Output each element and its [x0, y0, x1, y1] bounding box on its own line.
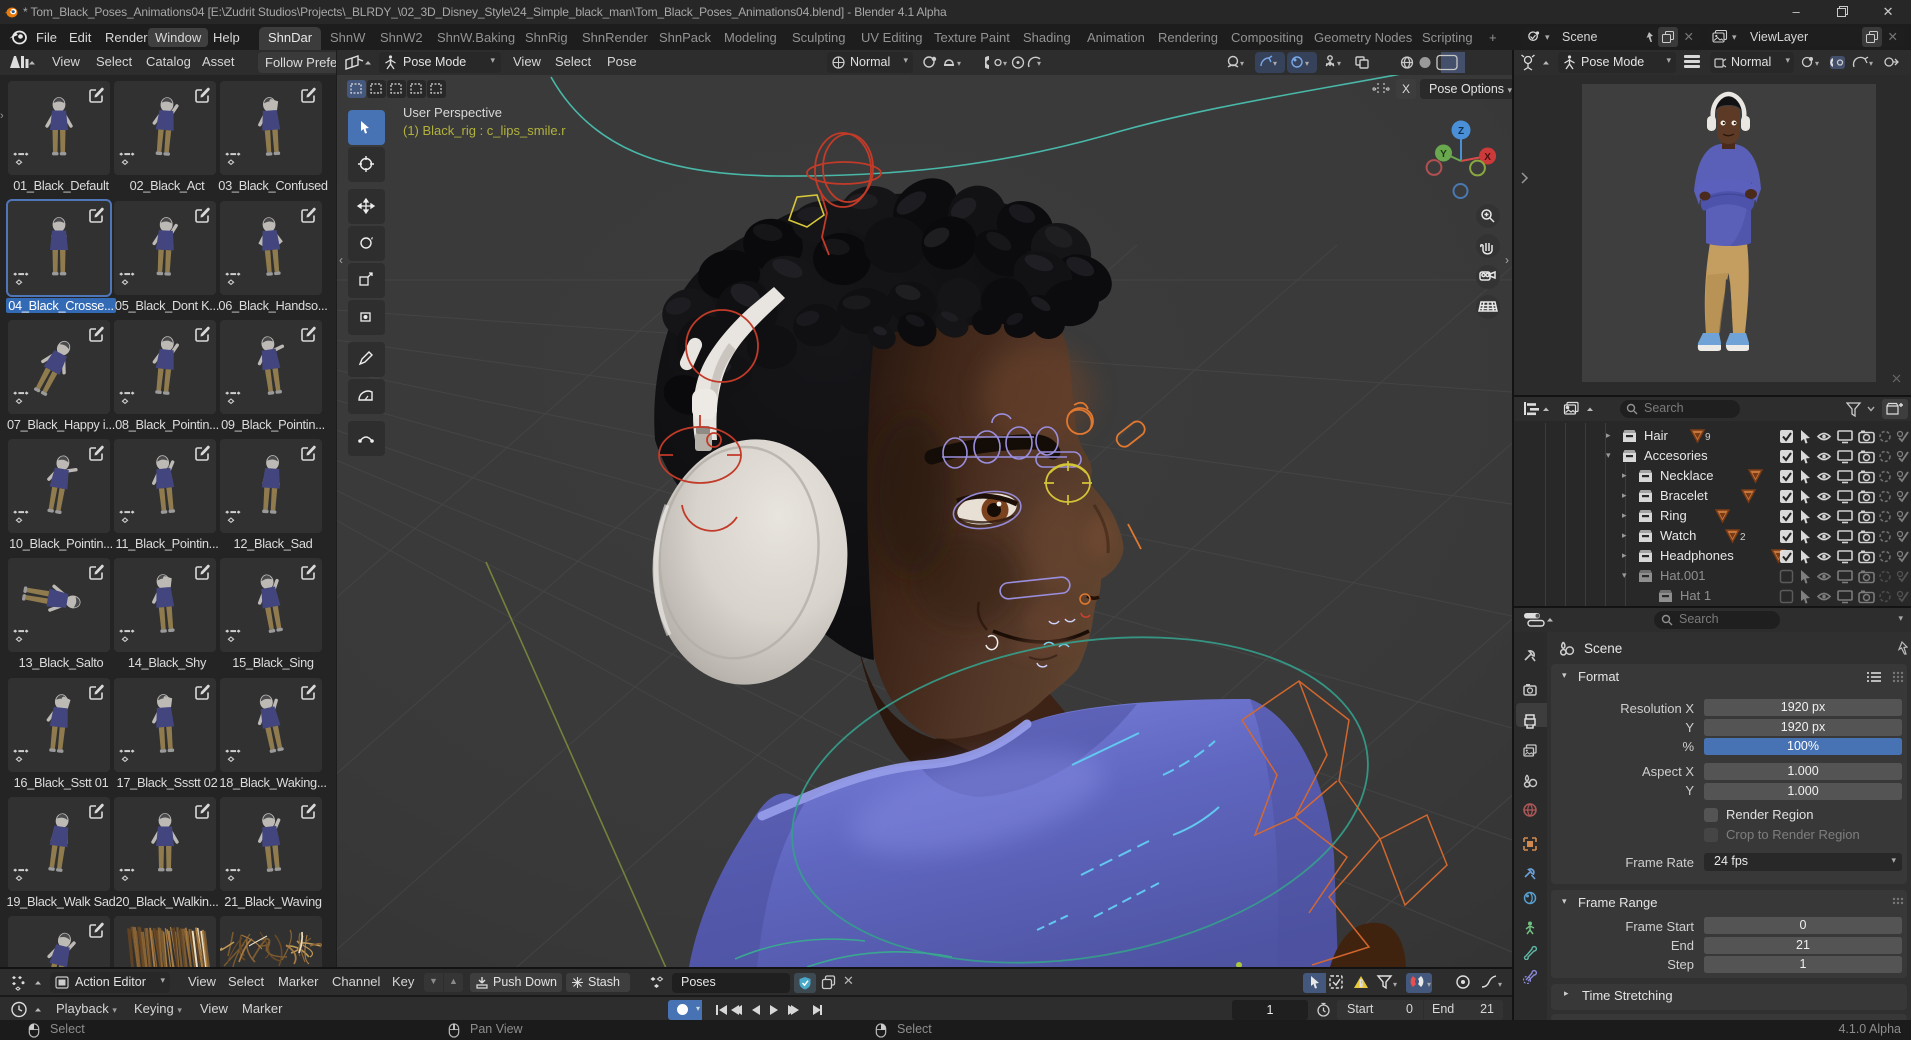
svg-text:▾: ▾ — [1273, 59, 1277, 68]
svg-text:Y: Y — [1440, 149, 1447, 160]
svg-text:▾: ▾ — [957, 59, 961, 68]
svg-text:▾: ▾ — [1815, 59, 1819, 68]
svg-text:Z: Z — [1458, 126, 1464, 137]
svg-text:▾: ▾ — [1427, 980, 1431, 989]
svg-text:X: X — [1484, 152, 1491, 163]
svg-text:▾: ▾ — [1498, 980, 1502, 989]
svg-text:▾: ▾ — [1337, 59, 1341, 68]
svg-text:▾: ▾ — [1240, 59, 1244, 68]
svg-text:▾: ▾ — [1393, 980, 1397, 989]
svg-text:▾: ▾ — [1037, 59, 1041, 68]
svg-text:▾: ▾ — [1003, 59, 1007, 68]
svg-text:▾: ▾ — [1869, 59, 1873, 68]
svg-text:▾: ▾ — [1305, 59, 1309, 68]
